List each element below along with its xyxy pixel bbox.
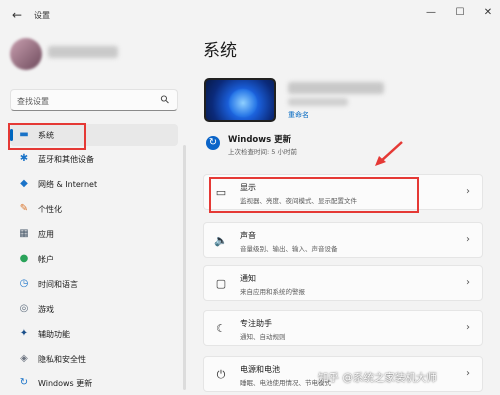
- profile-name-redacted: [48, 46, 118, 58]
- watermark: 知乎 @系统之家装机大师: [318, 372, 437, 384]
- sidebar-item-label: 个性化: [38, 205, 62, 214]
- sidebar-item-accounts[interactable]: ● 帐户: [10, 248, 178, 270]
- monitor-icon: ▬: [19, 129, 29, 140]
- globe-clock-icon: ◷: [19, 278, 29, 289]
- rename-link[interactable]: 重命名: [288, 110, 309, 120]
- shield-icon: ◈: [20, 353, 28, 364]
- card-notifications[interactable]: ▢ 通知 来自应用和系统的警报 ›: [203, 265, 483, 301]
- card-subtitle: 来自应用和系统的警报: [240, 288, 305, 296]
- sidebar-item-bluetooth[interactable]: ✱ 蓝牙和其他设备: [10, 148, 178, 170]
- card-subtitle: 通知、自动规则: [240, 333, 286, 341]
- chevron-right-icon: ›: [466, 322, 470, 333]
- card-title: 声音: [240, 231, 256, 240]
- sidebar-item-system[interactable]: ▬ 系统: [10, 124, 178, 146]
- maximize-button[interactable]: ☐: [447, 4, 473, 22]
- sidebar-item-label: 隐私和安全性: [38, 355, 86, 364]
- search-box[interactable]: ⚲: [10, 89, 178, 111]
- sidebar-item-label: 网络 & Internet: [38, 180, 98, 189]
- card-title: 通知: [240, 274, 256, 283]
- chevron-right-icon: ›: [466, 186, 470, 197]
- red-arrow-annotation: [375, 141, 403, 166]
- speaker-icon: 🔈: [214, 234, 228, 247]
- sidebar-item-time-language[interactable]: ◷ 时间和语言: [10, 273, 178, 295]
- notification-icon: ▢: [215, 277, 227, 290]
- close-button[interactable]: ✕: [475, 4, 500, 22]
- sidebar-item-label: 应用: [38, 230, 54, 239]
- accessibility-icon: ✦: [19, 328, 29, 339]
- sidebar-item-privacy[interactable]: ◈ 隐私和安全性: [10, 348, 178, 370]
- chevron-right-icon: ›: [466, 234, 470, 245]
- sidebar-item-personalization[interactable]: ✎ 个性化: [10, 198, 178, 220]
- sidebar-item-label: 帐户: [38, 255, 54, 264]
- moon-icon: ☾: [216, 322, 226, 335]
- card-display[interactable]: ▭ 显示 监视器、亮度、夜间模式、显示配置文件 ›: [203, 174, 483, 210]
- search-icon[interactable]: ⚲: [158, 92, 173, 107]
- search-input[interactable]: [17, 94, 157, 108]
- sidebar-item-accessibility[interactable]: ✦ 辅助功能: [10, 323, 178, 345]
- sidebar-item-label: 蓝牙和其他设备: [38, 155, 94, 164]
- sidebar-item-label: 系统: [38, 131, 54, 140]
- sidebar-item-label: 游戏: [38, 305, 54, 314]
- card-subtitle: 监视器、亮度、夜间模式、显示配置文件: [240, 197, 357, 205]
- card-subtitle: 音量级别、输出、输入、声音设备: [240, 245, 338, 253]
- card-sound[interactable]: 🔈 声音 音量级别、输出、输入、声音设备 ›: [203, 222, 483, 258]
- windows-update-title[interactable]: Windows 更新: [228, 133, 291, 145]
- bluetooth-icon: ✱: [19, 153, 29, 164]
- page-title: 系统: [203, 41, 237, 61]
- windows-update-status: 上次检查时间: 5 小时前: [228, 148, 297, 156]
- sidebar-item-label: 辅助功能: [38, 330, 70, 339]
- wifi-icon: ◆: [20, 178, 28, 189]
- chevron-right-icon: ›: [466, 277, 470, 288]
- minimize-button[interactable]: —: [418, 4, 444, 22]
- card-focus-assist[interactable]: ☾ 专注助手 通知、自动规则 ›: [203, 310, 483, 346]
- title-bar: ← 设置 — ☐ ✕: [0, 0, 500, 30]
- update-icon: ↻: [206, 136, 220, 150]
- card-title: 电源和电池: [240, 365, 280, 374]
- update-icon: ↻: [19, 377, 29, 388]
- device-name-redacted: [288, 82, 384, 94]
- account-icon: ●: [19, 253, 29, 264]
- card-title: 显示: [240, 183, 256, 192]
- sidebar-item-windows-update[interactable]: ↻ Windows 更新: [10, 372, 178, 394]
- device-model-redacted: [288, 98, 348, 106]
- power-icon: ⏻: [216, 368, 226, 381]
- device-wallpaper-thumbnail: [204, 78, 276, 122]
- sidebar-item-label: Windows 更新: [38, 379, 93, 388]
- gamepad-icon: ◎: [19, 303, 29, 314]
- sidebar-item-network[interactable]: ◆ 网络 & Internet: [10, 173, 178, 195]
- back-arrow-icon[interactable]: ←: [10, 8, 24, 22]
- sidebar-item-apps[interactable]: ▦ 应用: [10, 223, 178, 245]
- avatar[interactable]: [10, 38, 42, 70]
- window-title: 设置: [34, 11, 50, 20]
- sidebar-item-label: 时间和语言: [38, 280, 78, 289]
- display-icon: ▭: [215, 186, 227, 199]
- apps-icon: ▦: [19, 228, 29, 239]
- card-title: 专注助手: [240, 319, 272, 328]
- chevron-right-icon: ›: [466, 368, 470, 379]
- scrollbar[interactable]: [183, 145, 186, 390]
- sidebar-item-gaming[interactable]: ◎ 游戏: [10, 298, 178, 320]
- active-indicator: [10, 129, 13, 141]
- brush-icon: ✎: [19, 203, 29, 214]
